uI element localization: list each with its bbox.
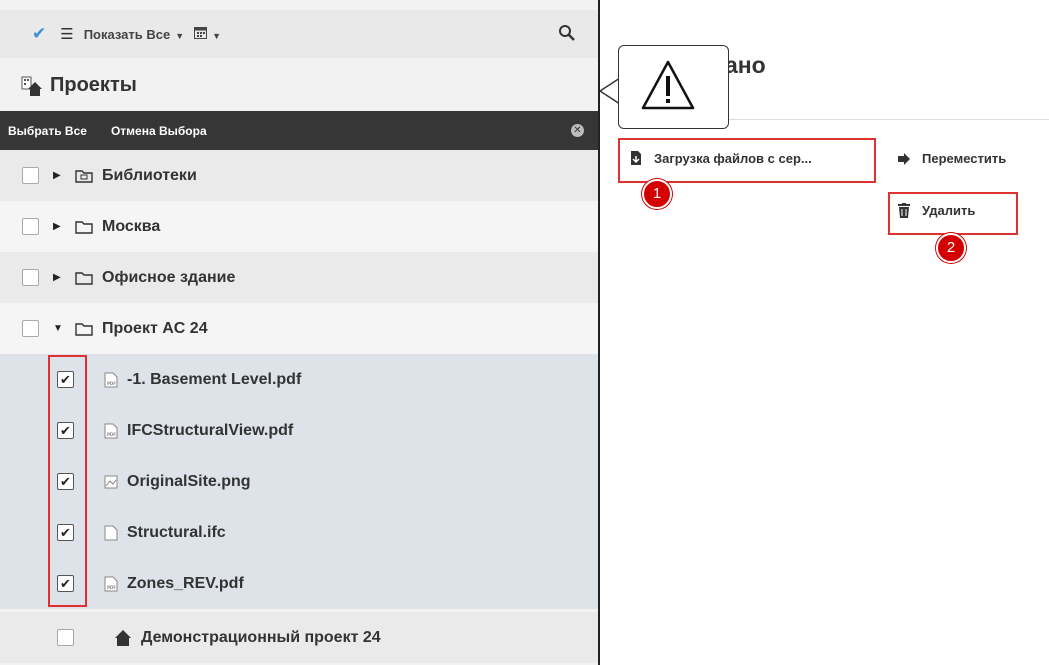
move-button[interactable]: Переместить xyxy=(898,151,1006,166)
folder-icon xyxy=(75,271,93,285)
file-row[interactable]: ✔ Structural.ifc xyxy=(0,507,598,558)
pdf-file-icon: PDF xyxy=(104,423,118,438)
chevron-down-icon: ▼ xyxy=(175,30,185,41)
tree-item-label: Москва xyxy=(102,217,161,235)
show-all-dropdown[interactable]: Показать Все ▼ xyxy=(84,27,184,42)
download-highlight xyxy=(618,138,876,183)
row-checkbox[interactable] xyxy=(22,269,39,286)
tree-item-label: Демонстрационный проект 24 xyxy=(141,628,381,646)
file-row[interactable]: ✔ PDF Zones_REV.pdf xyxy=(0,558,598,609)
cancel-selection-button[interactable]: Отмена Выбора xyxy=(111,124,207,138)
tree-item-label: Офисное здание xyxy=(102,268,236,286)
image-file-icon xyxy=(104,475,118,488)
svg-text:PDF: PDF xyxy=(107,432,116,437)
pdf-file-icon: PDF xyxy=(104,576,118,591)
tooltip-tail xyxy=(600,78,620,104)
step-badge-2: 2 xyxy=(936,233,966,263)
file-row[interactable]: ✔ PDF -1. Basement Level.pdf xyxy=(0,354,598,405)
selection-bar: Выбрать Все Отмена Выбора ✕ xyxy=(0,111,598,150)
projects-title: Проекты xyxy=(50,74,137,96)
file-label: IFCStructuralView.pdf xyxy=(127,421,294,439)
pdf-file-icon: PDF xyxy=(104,372,118,387)
tree-row-office[interactable]: ▶ Офисное здание xyxy=(0,252,598,303)
tree-item-label: Библиотеки xyxy=(102,166,197,184)
page-title: ано xyxy=(725,52,766,78)
search-icon[interactable] xyxy=(558,24,576,42)
tree-row-demo-project[interactable]: Демонстрационный проект 24 xyxy=(0,612,598,663)
file-label: -1. Basement Level.pdf xyxy=(127,370,302,388)
file-label: Structural.ifc xyxy=(127,523,226,541)
row-checkbox[interactable] xyxy=(22,167,39,184)
file-row[interactable]: ✔ PDF IFCStructuralView.pdf xyxy=(0,405,598,456)
svg-text:PDF: PDF xyxy=(107,585,116,590)
row-checkbox[interactable] xyxy=(22,320,39,337)
select-mode-check-icon[interactable]: ✔ xyxy=(32,24,46,44)
expand-arrow-icon[interactable]: ▶ xyxy=(53,272,63,283)
list-menu-icon[interactable]: ☰ xyxy=(60,25,73,43)
chevron-down-icon: ▼ xyxy=(212,31,222,41)
show-all-label: Показать Все xyxy=(83,26,171,42)
file-label: OriginalSite.png xyxy=(127,472,251,490)
select-all-button[interactable]: Выбрать Все xyxy=(8,124,87,138)
svg-text:PDF: PDF xyxy=(107,381,116,386)
row-checkbox[interactable] xyxy=(22,218,39,235)
expand-arrow-icon[interactable]: ▶ xyxy=(53,221,63,232)
library-folder-icon xyxy=(75,169,93,183)
collapse-arrow-icon[interactable]: ▼ xyxy=(53,323,63,334)
row-checkbox[interactable] xyxy=(57,629,74,646)
warning-icon xyxy=(641,60,695,110)
folder-icon xyxy=(75,220,93,234)
arrow-right-icon xyxy=(898,152,910,165)
buildings-icon xyxy=(21,76,42,96)
tree-item-label: Проект AC 24 xyxy=(102,319,208,337)
tree-row-project-ac24[interactable]: ▼ Проект AC 24 xyxy=(0,303,598,354)
file-icon xyxy=(104,525,118,540)
tree-row-moscow[interactable]: ▶ Москва xyxy=(0,201,598,252)
file-label: Zones_REV.pdf xyxy=(127,574,244,592)
calendar-icon xyxy=(194,27,208,39)
tree-row-libraries[interactable]: ▶ Библиотеки xyxy=(0,150,598,201)
projects-panel: ✔ ☰ Показать Все ▼ ▼ Проекты Выбрать Все … xyxy=(0,0,598,665)
toolbar: ✔ ☰ Показать Все ▼ ▼ xyxy=(0,10,598,58)
close-icon[interactable]: ✕ xyxy=(571,124,584,137)
projects-header: Проекты xyxy=(0,60,598,111)
expand-arrow-icon[interactable]: ▶ xyxy=(53,170,63,181)
folder-icon xyxy=(75,322,93,336)
checkbox-highlight xyxy=(48,355,87,607)
calendar-dropdown[interactable]: ▼ xyxy=(194,26,221,42)
file-row[interactable]: ✔ OriginalSite.png xyxy=(0,456,598,507)
delete-highlight xyxy=(888,192,1018,235)
step-badge-1: 1 xyxy=(642,179,672,209)
project-house-icon xyxy=(115,629,131,646)
move-label: Переместить xyxy=(922,151,1007,166)
